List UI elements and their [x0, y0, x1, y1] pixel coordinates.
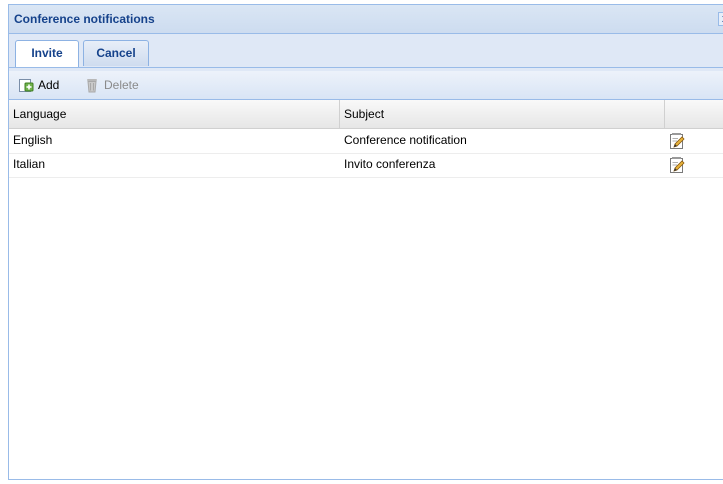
- add-icon: [19, 79, 34, 92]
- trash-icon: [87, 79, 97, 93]
- add-button-label: Add: [38, 78, 60, 92]
- notifications-grid: Language Subject English Conference noti…: [9, 100, 723, 479]
- column-header-language[interactable]: Language: [9, 100, 340, 128]
- edit-icon[interactable]: [669, 156, 685, 177]
- tab-cancel[interactable]: Cancel: [83, 40, 149, 66]
- toolbar: Add Delete: [9, 71, 723, 100]
- table-row[interactable]: English Conference notification: [9, 129, 723, 154]
- tab-invite[interactable]: Invite: [15, 40, 79, 67]
- grid-header: Language Subject: [9, 100, 723, 129]
- cell-subject: Conference notification: [344, 133, 467, 147]
- add-button[interactable]: Add: [18, 76, 59, 94]
- column-header-subject[interactable]: Subject: [340, 100, 665, 128]
- table-row[interactable]: Italian Invito conferenza: [9, 153, 723, 178]
- tab-bar: Invite Cancel: [9, 34, 723, 67]
- window-titlebar[interactable]: Conference notifications x: [9, 5, 723, 34]
- delete-button[interactable]: Delete: [84, 76, 139, 94]
- edit-icon[interactable]: [669, 132, 685, 153]
- cell-language: Italian: [13, 157, 46, 171]
- column-header-actions: [665, 100, 723, 128]
- cell-language: English: [13, 133, 53, 147]
- cell-subject: Invito conferenza: [344, 157, 436, 171]
- conference-notifications-window: Conference notifications x Invite Cancel…: [8, 4, 723, 480]
- window-title: Conference notifications: [14, 12, 155, 26]
- close-button[interactable]: x: [718, 12, 723, 26]
- delete-button-label: Delete: [104, 78, 139, 92]
